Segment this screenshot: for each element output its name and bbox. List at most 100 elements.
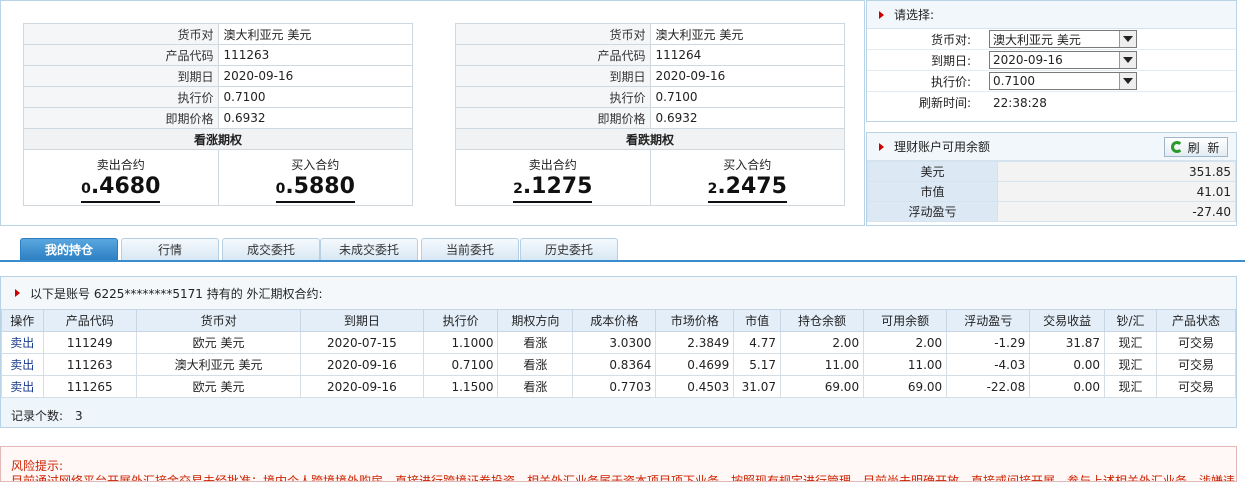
expiry-select[interactable]: 2020-09-16 [989, 51, 1137, 69]
column-header: 产品代码 [42, 309, 138, 332]
sell-contract-cell[interactable]: 卖出合约 0.4680 [23, 149, 219, 206]
quote-field-value: 0.7100 [217, 86, 413, 108]
column-header: 成本价格 [572, 309, 657, 332]
buy-price[interactable]: 0.5880 [275, 175, 355, 203]
buy-price[interactable]: 2.2475 [707, 175, 787, 203]
quote-row: 货币对 澳大利亚元 美元 [23, 23, 413, 45]
strike-select[interactable]: 0.7100 [989, 72, 1137, 90]
refresh-button[interactable]: 刷 新 [1164, 137, 1228, 157]
risk-title: 风险提示: [11, 459, 64, 473]
balance-value: 41.01 [997, 181, 1236, 202]
column-header: 市场价格 [655, 309, 735, 332]
sell-link[interactable]: 卖出 [1, 331, 44, 354]
quote-row: 到期日 2020-09-16 [455, 65, 845, 87]
holdings-panel: 以下是账号 6225********5171 持有的 外汇期权合约: 操作 产品代… [0, 276, 1237, 428]
table-cell: 69.00 [863, 375, 948, 398]
table-cell: 11.00 [863, 353, 948, 376]
column-header: 执行价 [422, 309, 499, 332]
table-cell: 现汇 [1104, 331, 1157, 354]
quote-field-label: 产品代码 [455, 44, 651, 66]
option-kind: 看跌期权 [455, 128, 845, 150]
quote-row: 产品代码 111264 [455, 44, 845, 66]
option-kind: 看涨期权 [23, 128, 413, 150]
quote-field-label: 到期日 [455, 65, 651, 87]
quote-field-label: 产品代码 [23, 44, 219, 66]
quote-row: 到期日 2020-09-16 [23, 65, 413, 87]
column-header: 到期日 [300, 309, 424, 332]
tab-4[interactable]: 当前委托 [421, 238, 519, 260]
arrow-right-icon [15, 289, 20, 297]
tab-0[interactable]: 我的持仓 [20, 238, 118, 260]
sell-contract-label: 卖出合约 [96, 158, 145, 172]
table-cell: 111265 [42, 375, 138, 398]
table-cell: 0.8364 [572, 353, 657, 376]
table-cell: -4.03 [946, 353, 1031, 376]
quote-field-value: 0.7100 [649, 86, 845, 108]
tab-2[interactable]: 成交委托 [222, 238, 320, 260]
balance-value: -27.40 [997, 201, 1236, 222]
currency-label: 货币对: [930, 32, 971, 47]
table-cell: 4.77 [733, 331, 781, 354]
tab-5[interactable]: 历史委托 [520, 238, 618, 260]
sell-link[interactable]: 卖出 [1, 375, 44, 398]
buy-contract-cell[interactable]: 买入合约 2.2475 [649, 149, 845, 206]
balance-label: 市值 [867, 181, 998, 202]
strike-label: 执行价: [930, 74, 971, 89]
currency-select[interactable]: 澳大利亚元 美元 [989, 30, 1137, 48]
column-header: 操作 [1, 309, 44, 332]
refresh-icon [1170, 141, 1183, 153]
refresh-time-row: 刷新时间: 22:38:28 [867, 92, 1236, 113]
balance-row: 美元 351.85 [867, 161, 1236, 182]
table-cell: 澳大利亚元 美元 [136, 353, 302, 376]
table-cell: 可交易 [1155, 353, 1237, 376]
column-header: 浮动盈亏 [946, 309, 1031, 332]
balance-row: 市值 41.01 [867, 181, 1236, 202]
quote-field-label: 执行价 [23, 86, 219, 108]
quote-field-value: 澳大利亚元 美元 [217, 23, 413, 45]
quote-row: 货币对 澳大利亚元 美元 [455, 23, 845, 45]
table-cell: 2.00 [863, 331, 948, 354]
balance-label: 浮动盈亏 [867, 201, 998, 222]
chevron-down-icon[interactable] [1119, 31, 1136, 47]
sell-price[interactable]: 2.1275 [513, 175, 593, 203]
table-cell: 欧元 美元 [136, 331, 302, 354]
quote-field-value: 澳大利亚元 美元 [649, 23, 845, 45]
table-cell: 2020-09-16 [300, 353, 424, 376]
table-cell: 0.4503 [655, 375, 735, 398]
holdings-header: 以下是账号 6225********5171 持有的 外汇期权合约: [1, 277, 1236, 309]
table-cell: 69.00 [779, 375, 865, 398]
buy-contract-label: 买入合约 [723, 158, 772, 172]
sell-link[interactable]: 卖出 [1, 353, 44, 376]
select-panel-header: 请选择: [867, 1, 1236, 29]
quote-field-value: 0.6932 [217, 107, 413, 129]
record-count-value: 3 [75, 408, 83, 423]
quote-field-label: 即期价格 [23, 107, 219, 129]
column-header: 交易收益 [1029, 309, 1106, 332]
buy-contract-cell[interactable]: 买入合约 0.5880 [217, 149, 413, 206]
tab-3[interactable]: 未成交委托 [320, 238, 418, 260]
table-row: 卖出 111263 澳大利亚元 美元 2020-09-16 0.7100 看涨 0.8364… [1, 353, 1237, 376]
risk-text: 目前通过网络平台开展外汇接金交易未经批准；境内个人跨境境外购房、直接进行跨境证券… [11, 474, 1236, 482]
tab-bar: 我的持仓 行情 成交委托 未成交委托 当前委托 历史委托 [0, 238, 1245, 262]
balance-panel: 理财账户可用余额 刷 新 美元 351.85 市值 41.01 浮动盈亏 -27.40 [866, 132, 1237, 226]
table-cell: 0.7703 [572, 375, 657, 398]
quote-row: 即期价格 0.6932 [23, 107, 413, 129]
balance-panel-header: 理财账户可用余额 刷 新 [867, 133, 1236, 161]
sell-price[interactable]: 0.4680 [81, 175, 161, 203]
table-cell: 31.07 [733, 375, 781, 398]
table-cell: 可交易 [1155, 331, 1237, 354]
arrow-right-icon [879, 142, 884, 151]
tab-1[interactable]: 行情 [121, 238, 219, 260]
chevron-down-icon[interactable] [1119, 73, 1136, 89]
chevron-down-icon[interactable] [1119, 52, 1136, 68]
refresh-button-label: 刷 新 [1187, 140, 1222, 155]
table-cell: 3.0300 [572, 331, 657, 354]
table-cell: 1.1500 [422, 375, 499, 398]
table-cell: 欧元 美元 [136, 375, 302, 398]
balance-panel-title: 理财账户可用余额 [894, 140, 991, 154]
sell-contract-cell[interactable]: 卖出合约 2.1275 [455, 149, 651, 206]
quote-field-label: 执行价 [455, 86, 651, 108]
currency-row: 货币对: 澳大利亚元 美元 [867, 29, 1236, 50]
arrow-right-icon [879, 10, 884, 19]
table-cell: 111249 [42, 331, 138, 354]
